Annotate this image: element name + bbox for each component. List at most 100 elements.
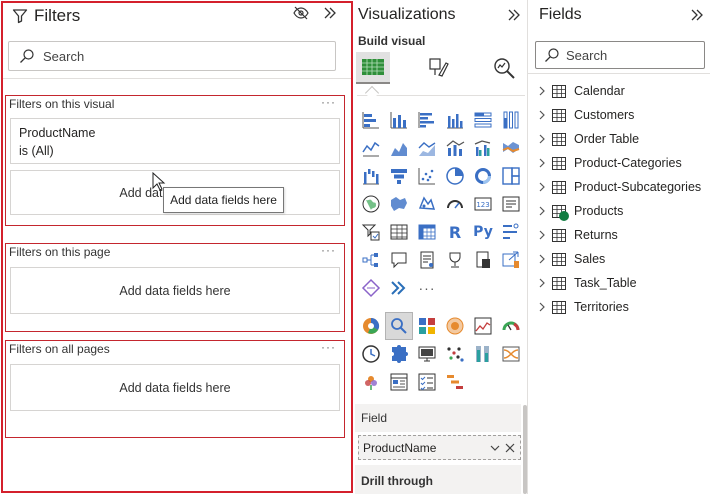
gauge2-visual-icon[interactable] xyxy=(497,312,525,340)
paginated-visual-icon[interactable] xyxy=(469,246,497,274)
linechart2-visual-icon[interactable] xyxy=(469,312,497,340)
chevron-right-icon[interactable] xyxy=(538,182,550,192)
wordcloud-visual-icon[interactable] xyxy=(441,312,469,340)
searchviz-visual-icon[interactable] xyxy=(385,312,413,340)
filledmap-visual-icon[interactable] xyxy=(385,190,413,218)
close-icon[interactable] xyxy=(505,443,515,453)
sunburst-visual-icon[interactable] xyxy=(357,312,385,340)
linecol-visual-icon[interactable] xyxy=(441,134,469,162)
checklist-visual-icon[interactable] xyxy=(413,368,441,396)
line-visual-icon[interactable] xyxy=(357,134,385,162)
field-table-item[interactable]: Sales xyxy=(538,247,701,271)
eye-hide-icon[interactable] xyxy=(293,6,309,20)
field-table-item[interactable]: Order Table xyxy=(538,127,701,151)
area-visual-icon[interactable] xyxy=(385,134,413,162)
chevron-right-icon[interactable] xyxy=(538,206,550,216)
qna-visual-icon[interactable] xyxy=(385,246,413,274)
chevrons-visual-icon[interactable] xyxy=(385,274,413,302)
field-table-item[interactable]: Product-Categories xyxy=(538,151,701,175)
fields-search-input[interactable]: Search xyxy=(535,41,705,69)
narrative-visual-icon[interactable] xyxy=(413,246,441,274)
vcol100-visual-icon[interactable] xyxy=(497,106,525,134)
funnel-visual-icon[interactable] xyxy=(385,162,413,190)
table-visual-icon[interactable] xyxy=(385,218,413,246)
chevron-right-icon[interactable] xyxy=(538,302,550,312)
collapse-pane-icon[interactable] xyxy=(690,8,704,22)
field-table-item[interactable]: Product-Subcategories xyxy=(538,175,701,199)
chevron-right-icon[interactable] xyxy=(538,158,550,168)
tiles-visual-icon[interactable] xyxy=(413,312,441,340)
chevron-right-icon[interactable] xyxy=(538,254,550,264)
collapse-pane-icon[interactable] xyxy=(507,8,521,22)
field-table-item[interactable]: Calendar xyxy=(538,79,701,103)
monitor-visual-icon[interactable] xyxy=(413,340,441,368)
chevron-right-icon[interactable] xyxy=(538,110,550,120)
webpage-visual-icon[interactable] xyxy=(385,368,413,396)
chevron-right-icon[interactable] xyxy=(538,230,550,240)
multicard-visual-icon[interactable] xyxy=(497,190,525,218)
format-visual-tab[interactable] xyxy=(421,52,455,84)
more-options-icon[interactable]: ··· xyxy=(321,340,336,354)
rvisual-visual-icon[interactable]: R xyxy=(441,218,469,246)
slicer-visual-icon[interactable] xyxy=(357,218,385,246)
waterfall-visual-icon[interactable] xyxy=(357,162,385,190)
build-visual-tab[interactable] xyxy=(356,52,390,84)
field-table-item[interactable]: Task_Table xyxy=(538,271,701,295)
filter-card-productname[interactable]: ProductName is (All) xyxy=(10,118,340,164)
gantt-visual-icon[interactable] xyxy=(441,368,469,396)
gauge-visual-icon[interactable] xyxy=(441,190,469,218)
puzzle-visual-icon[interactable] xyxy=(385,340,413,368)
sankey-visual-icon[interactable] xyxy=(497,340,525,368)
clusteredcol-visual-icon[interactable] xyxy=(441,106,469,134)
map-visual-icon[interactable] xyxy=(357,190,385,218)
clock-visual-icon[interactable] xyxy=(357,340,385,368)
donut-visual-icon[interactable] xyxy=(469,162,497,190)
pie-visual-icon[interactable] xyxy=(441,162,469,190)
field-table-item[interactable]: Customers xyxy=(538,103,701,127)
add-data-fields-drop-zone[interactable]: Add data fields here xyxy=(10,364,340,411)
bullet-visual-icon[interactable] xyxy=(469,340,497,368)
chevron-right-icon[interactable] xyxy=(538,134,550,144)
flower-visual-icon[interactable] xyxy=(357,368,385,396)
scatter-visual-icon[interactable] xyxy=(413,162,441,190)
dotplot-visual-icon[interactable] xyxy=(441,340,469,368)
field-table-item[interactable]: Returns xyxy=(538,223,701,247)
matrix-visual-icon[interactable] xyxy=(413,218,441,246)
more-options-icon[interactable]: ··· xyxy=(321,95,336,109)
powerautomate-visual-icon[interactable] xyxy=(357,274,385,302)
powerapps-visual-icon[interactable] xyxy=(497,246,525,274)
linecluster-visual-icon[interactable] xyxy=(469,134,497,162)
clusteredbar-visual-icon[interactable] xyxy=(413,106,441,134)
table-icon xyxy=(552,84,570,98)
field-table-item[interactable]: Territories xyxy=(538,295,701,319)
chevron-right-icon[interactable] xyxy=(538,86,550,96)
decomptree-visual-icon[interactable] xyxy=(357,246,385,274)
chevron-down-icon[interactable] xyxy=(489,442,501,454)
hbar100-visual-icon[interactable] xyxy=(469,106,497,134)
drop-zone-label: Add data fields here xyxy=(119,380,231,395)
analytics-tab[interactable] xyxy=(487,52,521,84)
more-visuals-icon[interactable]: ··· xyxy=(413,274,441,302)
stackedbar-visual-icon[interactable] xyxy=(357,106,385,134)
card-visual-icon[interactable]: 123 xyxy=(469,190,497,218)
stackedarea-visual-icon[interactable] xyxy=(413,134,441,162)
goals-visual-icon[interactable] xyxy=(441,246,469,274)
ribbon-visual-icon[interactable] xyxy=(497,134,525,162)
collapse-pane-icon[interactable] xyxy=(323,6,337,20)
shapemap-visual-icon[interactable] xyxy=(413,190,441,218)
stackedcol-visual-icon[interactable] xyxy=(385,106,413,134)
field-table-item[interactable]: Products xyxy=(538,199,701,223)
filters-search-input[interactable]: Search xyxy=(8,41,336,71)
keyinfluencers-visual-icon[interactable] xyxy=(497,218,525,246)
field-well-productname[interactable]: ProductName xyxy=(358,435,521,460)
table-icon xyxy=(552,300,570,314)
more-options-icon[interactable]: ··· xyxy=(321,243,336,257)
custom-visual-gallery xyxy=(357,312,525,396)
pyvisual-visual-icon[interactable]: Py xyxy=(469,218,497,246)
table-icon xyxy=(552,180,570,194)
fields-pane: Fields Search Calendar Customers Order Tab… xyxy=(527,0,710,494)
field-section-label: Field xyxy=(361,411,388,425)
chevron-right-icon[interactable] xyxy=(538,278,550,288)
treemap-visual-icon[interactable] xyxy=(497,162,525,190)
add-data-fields-drop-zone[interactable]: Add data fields here xyxy=(10,267,340,314)
